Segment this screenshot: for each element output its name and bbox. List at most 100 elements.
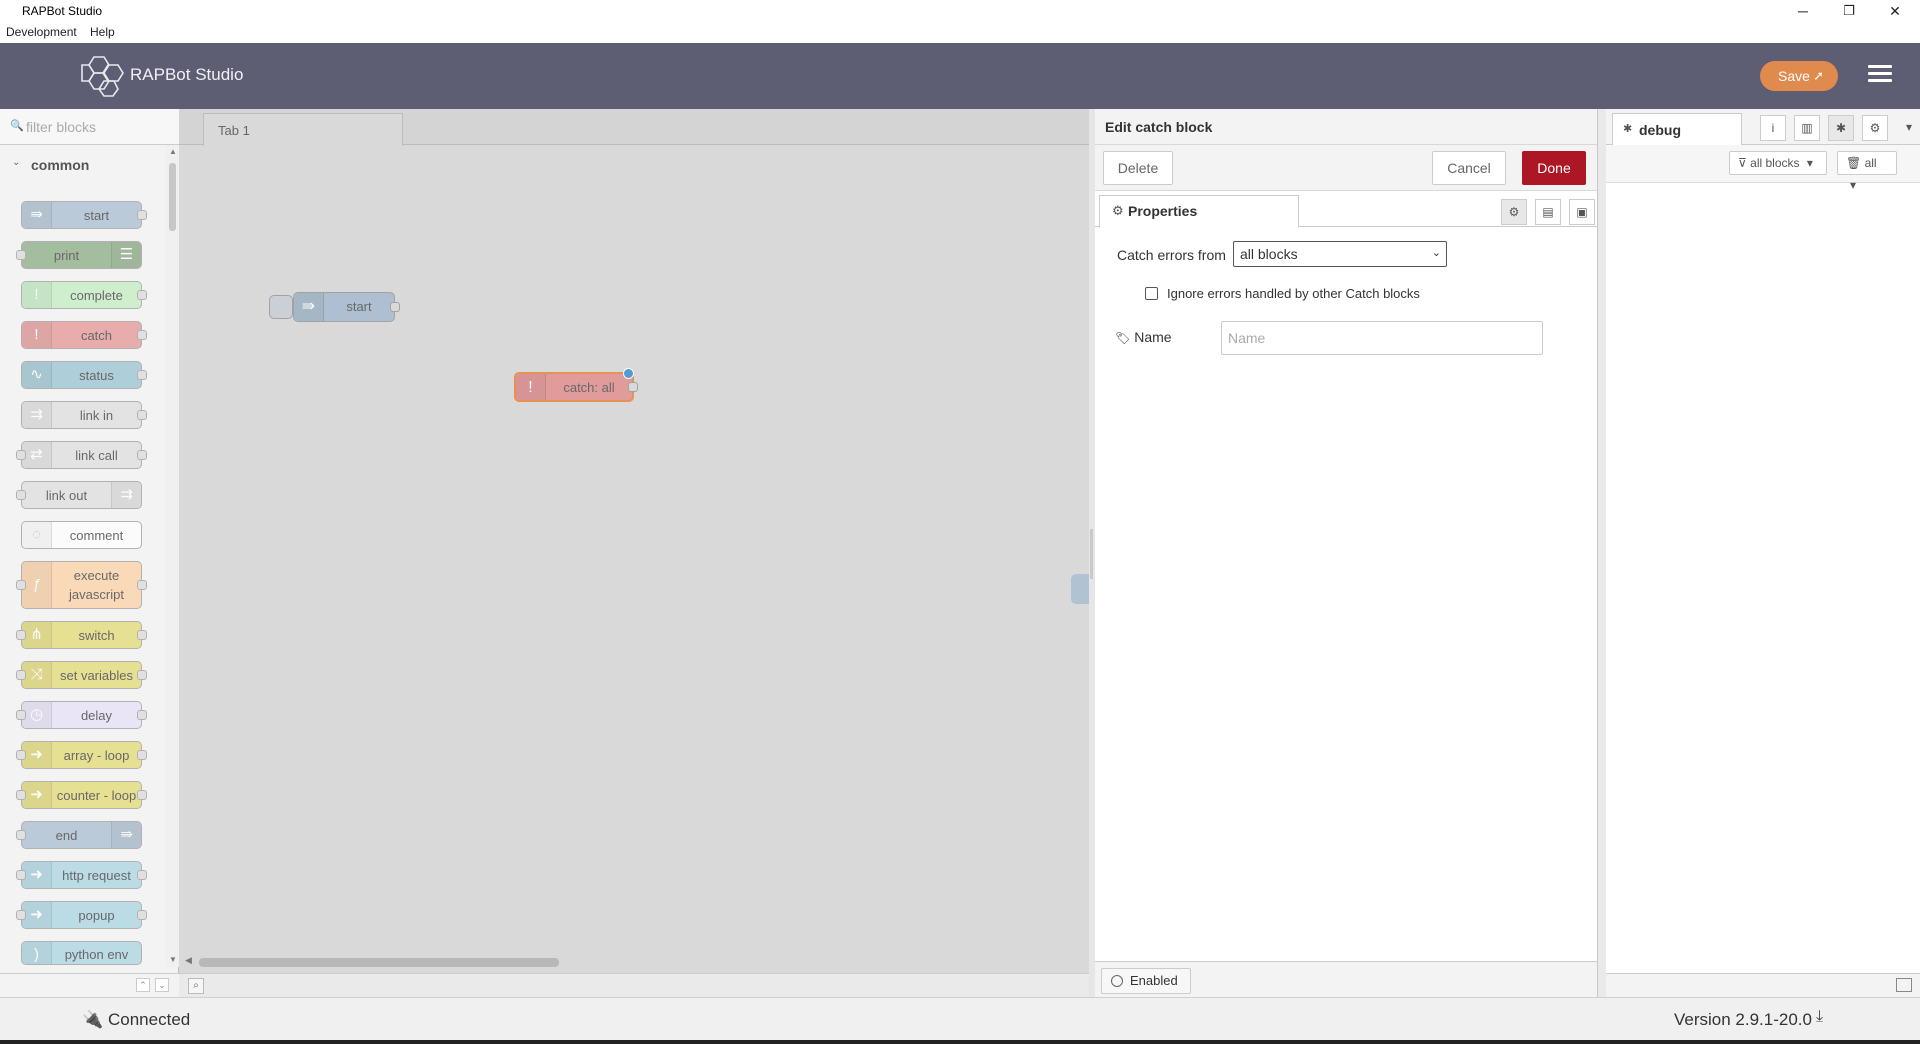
window-title: RAPBot Studio	[22, 4, 103, 18]
inject-trigger-button[interactable]	[269, 295, 293, 319]
close-button[interactable]: ✕	[1872, 0, 1918, 22]
category-label: common	[31, 157, 90, 173]
palette-node-catch[interactable]: ! catch	[21, 321, 147, 349]
palette-node-delay[interactable]: ◷ delay	[16, 701, 147, 729]
input-port	[16, 750, 26, 760]
download-icon[interactable]: ⤓	[1816, 1008, 1836, 1030]
link-call-icon: ⇄	[22, 442, 52, 468]
shuffle-icon: ⤨	[22, 662, 52, 688]
monitor-icon[interactable]	[1896, 978, 1912, 992]
chevron-down-icon[interactable]: ▾	[1896, 115, 1920, 141]
palette-node-popup[interactable]: ➜ popup	[16, 901, 147, 929]
changed-indicator	[623, 368, 634, 379]
palette-node-print[interactable]: ☰ print	[16, 241, 142, 269]
exclamation-icon: !	[22, 322, 52, 348]
scroll-down-icon[interactable]: ▼	[169, 955, 177, 964]
tab-debug[interactable]: ✱ debug	[1612, 113, 1742, 146]
book-icon[interactable]: ▥	[1794, 115, 1820, 141]
config-gear-icon[interactable]: ⚙	[1862, 115, 1888, 141]
ignore-errors-label: Ignore errors handled by other Catch blo…	[1167, 286, 1420, 301]
clear-label: all	[1864, 156, 1877, 170]
output-port	[137, 210, 147, 220]
delete-button[interactable]: Delete	[1103, 151, 1173, 185]
tray-resize-handle[interactable]	[1090, 529, 1093, 579]
appearance-icon[interactable]: ▣	[1569, 199, 1595, 225]
palette-node-array-loop[interactable]: ➜ array - loop	[16, 741, 147, 769]
palette-node-link-out[interactable]: ⇉ link out	[16, 481, 142, 509]
menu-help[interactable]: Help	[90, 25, 115, 39]
palette-node-comment[interactable]: ◌ comment	[21, 521, 142, 549]
output-port[interactable]	[390, 302, 400, 312]
exclamation-icon: !	[516, 374, 546, 400]
description-icon[interactable]: ▤	[1535, 199, 1561, 225]
palette-node-counter-loop[interactable]: ➜ counter - loop	[16, 781, 147, 809]
scroll-thumb[interactable]	[169, 163, 176, 231]
palette-scrollbar[interactable]: ▲ ▼	[166, 145, 179, 967]
palette-node-end[interactable]: ⇛ end	[16, 821, 142, 849]
palette-node-link-call[interactable]: ⇄ link call	[16, 441, 147, 469]
workspace-hscrollbar[interactable]: ◀	[179, 955, 1089, 971]
flow-canvas[interactable]: ⇛ start ! catch: all	[179, 145, 1089, 965]
search-flow-icon[interactable]: ⌕	[188, 978, 204, 994]
input-port	[16, 870, 26, 880]
collapse-all-icon[interactable]: ⌃	[136, 978, 150, 992]
flow-workspace: Tab 1 ⇛ start ! catch: all ◀ ⌕	[179, 109, 1089, 997]
workspace-footer: ⌕	[179, 973, 1089, 997]
filter-placeholder: filter blocks	[26, 119, 97, 135]
editor-footer: Enabled	[1095, 961, 1597, 997]
palette-node-set-variables[interactable]: ⤨ set variables	[16, 661, 147, 689]
catch-errors-select[interactable]: all blocks ⌄	[1233, 241, 1447, 267]
workspace-node-catch-all[interactable]: ! catch: all	[514, 368, 638, 402]
output-port	[137, 670, 147, 680]
editor-title: Edit catch block	[1095, 109, 1597, 145]
catch-errors-label: Catch errors from	[1117, 247, 1226, 263]
workspace-node-start[interactable]: ⇛ start	[293, 292, 400, 322]
palette-node-status[interactable]: ∿ status	[21, 361, 147, 389]
palette-category-common[interactable]: ⌄ common	[0, 153, 166, 179]
catch-select-value: all blocks	[1240, 246, 1298, 262]
palette-node-start[interactable]: ⇛ start	[21, 201, 147, 229]
hscroll-thumb[interactable]	[199, 958, 559, 967]
name-input[interactable]: Name	[1221, 321, 1543, 355]
filter-label: all blocks	[1750, 156, 1800, 170]
enabled-toggle[interactable]: Enabled	[1101, 968, 1191, 994]
main-menu-icon[interactable]	[1868, 65, 1892, 85]
scroll-left-icon[interactable]: ◀	[185, 955, 192, 966]
palette-node-http-request[interactable]: ➜ http request	[16, 861, 147, 889]
restore-button[interactable]: ❐	[1826, 0, 1872, 22]
output-port	[137, 870, 147, 880]
name-label: 🏷 Name	[1115, 329, 1172, 345]
settings-gear-icon[interactable]: ⚙	[1501, 199, 1527, 225]
circle-icon	[1111, 975, 1123, 987]
output-port	[137, 290, 147, 300]
filter-blocks-dropdown[interactable]: ⊽ all blocks ▾	[1729, 151, 1827, 175]
input-port	[16, 910, 26, 920]
output-port[interactable]	[628, 382, 638, 392]
window-titlebar: RAPBot Studio ─ ❐ ✕	[0, 0, 1920, 24]
minimize-button[interactable]: ─	[1780, 0, 1826, 22]
search-icon: 🔍	[10, 120, 24, 132]
offscreen-node[interactable]	[1071, 574, 1089, 604]
scroll-up-icon[interactable]: ▲	[169, 147, 177, 156]
menu-development[interactable]: Development	[6, 25, 77, 39]
output-port	[137, 370, 147, 380]
loop-arrow-icon: ➜	[22, 782, 52, 808]
expand-all-icon[interactable]: ⌄	[155, 978, 169, 992]
tab-1[interactable]: Tab 1	[203, 113, 403, 146]
palette-node-execute-javascript[interactable]: ƒ execute javascript	[16, 561, 147, 609]
sidebar-tabs: ✱ debug i ▥ ✱ ⚙ ▾	[1606, 109, 1920, 146]
info-icon[interactable]: i	[1760, 115, 1786, 141]
debug-bug-icon[interactable]: ✱	[1828, 115, 1854, 141]
palette-node-switch[interactable]: ⋔ switch	[16, 621, 147, 649]
done-button[interactable]: Done	[1522, 151, 1586, 185]
tab-properties[interactable]: ⚙ Properties	[1099, 195, 1299, 228]
ignore-errors-checkbox[interactable]	[1145, 287, 1158, 300]
save-button[interactable]: Save ➚	[1760, 61, 1838, 91]
input-port	[16, 450, 26, 460]
palette-node-python-env[interactable]: ) python env	[21, 941, 142, 965]
palette-node-link-in[interactable]: ⇉ link in	[21, 401, 147, 429]
palette-node-complete[interactable]: ! complete	[21, 281, 147, 309]
filter-blocks-input[interactable]: 🔍 filter blocks	[0, 109, 179, 145]
clear-messages-dropdown[interactable]: 🗑 all ▾	[1837, 151, 1897, 192]
cancel-button[interactable]: Cancel	[1432, 151, 1506, 185]
